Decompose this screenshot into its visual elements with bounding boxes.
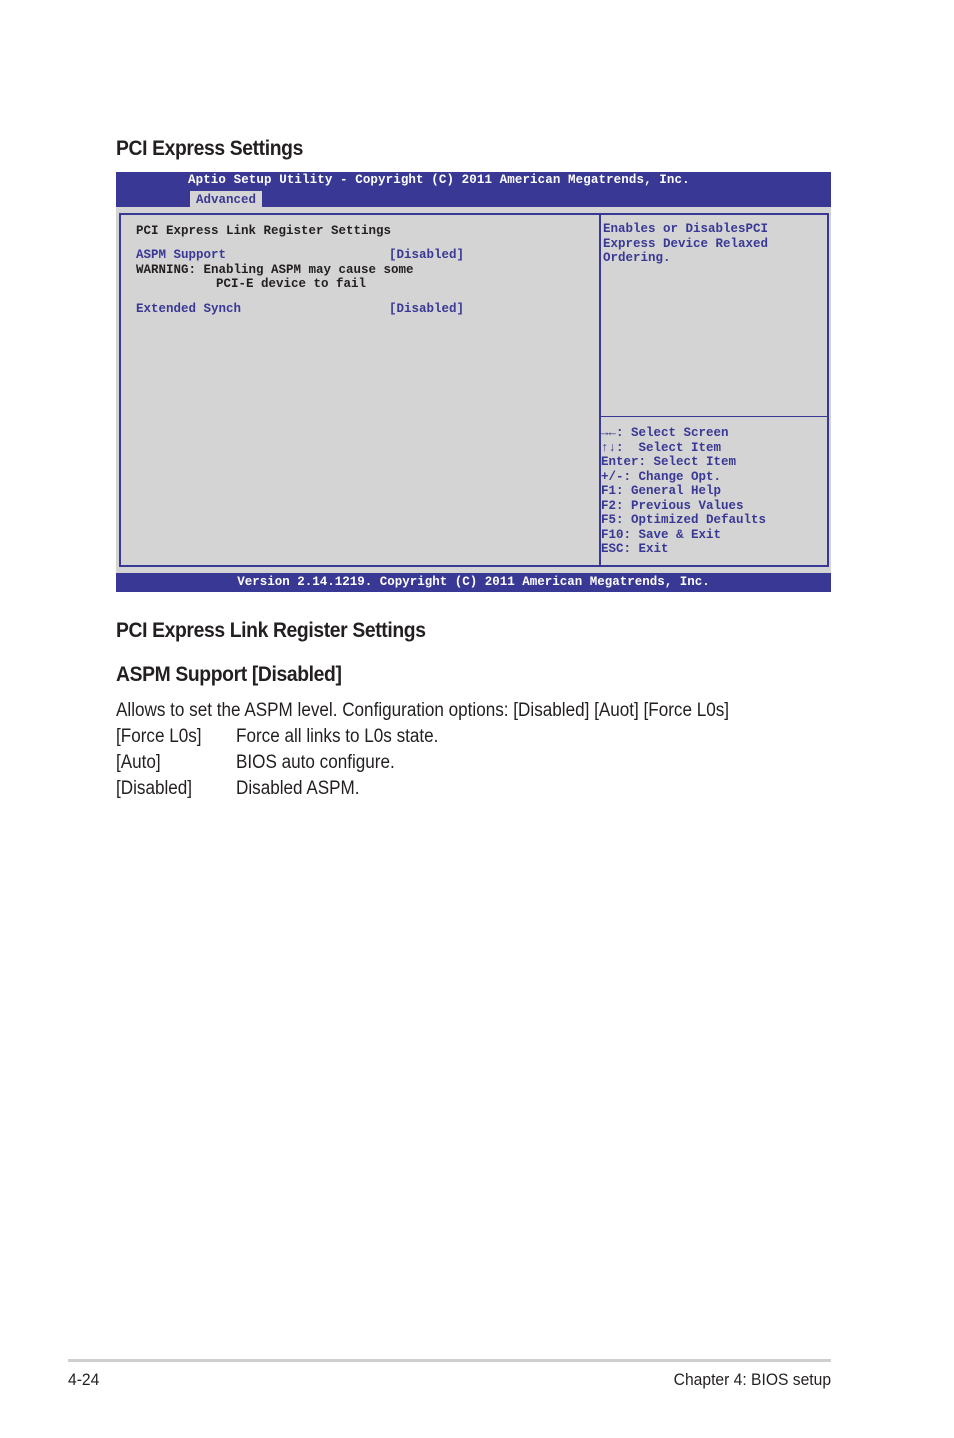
bios-screenshot: Aptio Setup Utility - Copyright (C) 2011… [116,172,831,592]
panel-divider-horizontal [601,416,827,417]
bios-footer-bar: Version 2.14.1219. Copyright (C) 2011 Am… [116,573,831,592]
key-hint: ESC: Exit [601,542,669,556]
bios-header-bar: Aptio Setup Utility - Copyright (C) 2011… [116,172,831,207]
help-line: Express Device Relaxed [603,236,769,251]
setting-label[interactable]: Extended Synch [136,302,241,317]
subsection-heading: PCI Express Link Register Settings [116,619,426,642]
key-hint: →←: Select Screen [601,426,729,440]
help-line: Enables or DisablesPCI [603,222,769,236]
section-heading: PCI Express Settings [116,137,303,160]
bios-content-frame: PCI Express Link Register Settings ASPM … [119,213,829,567]
key-hint: F10: Save & Exit [601,527,722,542]
bios-version: Version 2.14.1219. Copyright (C) 2011 Am… [237,575,710,589]
key-hint: Enter: Select Item [601,455,737,469]
key-hint: +/-: Change Opt. [601,469,722,484]
option-key: [Disabled] [116,778,193,799]
page-number: 4-24 [68,1370,100,1389]
setting-value[interactable]: [Disabled] [389,302,464,317]
help-line: Ordering. [603,251,671,265]
tab-advanced[interactable]: Advanced [190,191,263,207]
key-hint: F5: Optimized Defaults [601,513,767,527]
option-desc: BIOS auto configure. [236,752,395,773]
key-hint: F1: General Help [601,484,722,498]
key-hint: ↑↓: Select Item [601,440,722,455]
setting-label[interactable]: ASPM Support [136,248,226,263]
description-intro: Allows to set the ASPM level. Configurat… [116,700,730,721]
footer-divider [68,1359,831,1362]
warning-line-2: PCI-E device to fail [216,277,367,291]
option-key: [Force L0s] [116,726,202,747]
option-key: [Auto] [116,752,161,773]
option-desc: Disabled ASPM. [236,778,360,799]
group-title: PCI Express Link Register Settings [136,224,392,238]
item-heading: ASPM Support [Disabled] [116,663,342,686]
chapter-title: Chapter 4: BIOS setup [673,1370,831,1389]
warning-line-1: WARNING: Enabling ASPM may cause some [136,263,414,277]
bios-title: Aptio Setup Utility - Copyright (C) 2011… [188,173,690,187]
key-hint: F2: Previous Values [601,498,744,513]
setting-value[interactable]: [Disabled] [389,248,464,263]
option-desc: Force all links to L0s state. [236,726,439,747]
